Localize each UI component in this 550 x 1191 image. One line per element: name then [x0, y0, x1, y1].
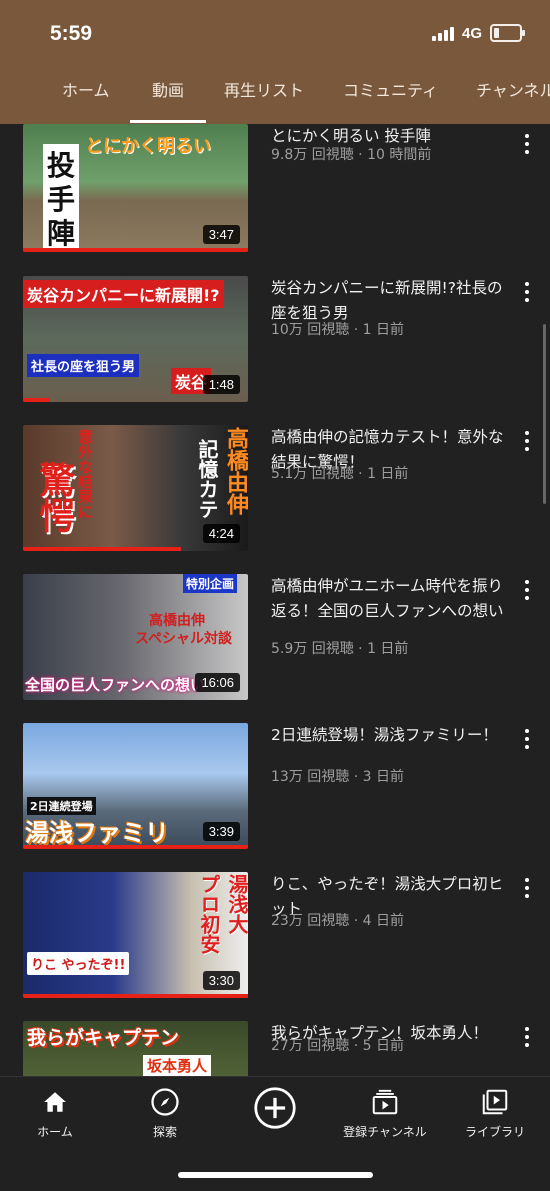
add-icon: [220, 1085, 330, 1131]
network-type: 4G: [461, 24, 482, 42]
video-thumbnail[interactable]: とにかく明るい 投 手 陣 3:47: [23, 124, 248, 252]
video-meta: 13万 回視聴 · 3 日前: [271, 769, 404, 785]
thumbnail-caption: 坂本勇人: [143, 1055, 212, 1076]
video-meta: 27万 回視聴 · 5 日前: [271, 1038, 404, 1054]
nav-library[interactable]: ライブラリ: [440, 1085, 550, 1140]
video-duration: 3:47: [202, 225, 240, 244]
video-thumbnail[interactable]: 炭谷カンパニーに新展開!? 社長の座を狙う男 炭谷 1:48: [23, 276, 248, 402]
compass-icon: [110, 1085, 220, 1119]
nav-create[interactable]: [220, 1085, 330, 1131]
video-meta: 5.1万 回視聴 · 1 日前: [271, 466, 409, 482]
thumbnail-caption: プロ初安: [197, 874, 221, 954]
thumbnail-caption: 特別企画: [183, 574, 238, 593]
thumbnail-caption: 全国の巨人ファンへの想い: [25, 676, 206, 694]
more-options-icon[interactable]: [520, 878, 534, 898]
channel-tabs: ホーム 動画 再生リスト コミュニティ チャンネル: [0, 64, 550, 124]
thumbnail-caption: とにかく明るい: [85, 136, 211, 157]
nav-label: 登録チャンネル: [343, 1125, 427, 1139]
thumbnail-caption: スペシャル対談: [135, 631, 233, 647]
watch-progress: [23, 845, 248, 849]
video-duration: 3:30: [202, 971, 240, 990]
thumbnail-caption: りこ やったぞ!!: [27, 952, 130, 975]
video-list[interactable]: とにかく明るい 投 手 陣 3:47 とにかく明るい 投手陣 9.8万 回視聴 …: [0, 124, 550, 1076]
thumbnail-caption: 陣: [43, 212, 80, 252]
video-duration: 3:39: [202, 822, 240, 841]
video-thumbnail[interactable]: 特別企画 高橋由伸 スペシャル対談 全国の巨人ファンへの想い 16:06: [23, 574, 248, 700]
thumbnail-caption: 湯浅大: [225, 874, 248, 934]
more-options-icon[interactable]: [520, 431, 534, 451]
library-icon: [440, 1085, 550, 1119]
video-duration: 16:06: [195, 673, 240, 692]
thumbnail-caption: 高橋由伸: [149, 613, 205, 629]
status-time: 5:59: [50, 22, 93, 45]
nav-home[interactable]: ホーム: [0, 1085, 110, 1140]
video-thumbnail[interactable]: 2日連続登場 湯浅ファミリ 3:39: [23, 723, 248, 849]
more-options-icon[interactable]: [520, 282, 534, 302]
nav-label: 探索: [152, 1125, 177, 1139]
nav-label: ライブラリ: [464, 1125, 525, 1139]
status-indicators: 4G: [431, 24, 525, 42]
nav-label: ホーム: [37, 1125, 73, 1139]
more-options-icon[interactable]: [520, 1027, 534, 1047]
thumbnail-caption: 高橋由伸: [223, 427, 248, 515]
video-meta: 9.8万 回視聴 · 10 時間前: [271, 147, 432, 163]
video-meta: 5.9万 回視聴 · 1 日前: [271, 641, 409, 657]
video-duration: 1:48: [202, 375, 240, 394]
tab-community[interactable]: コミュニティ: [343, 64, 438, 120]
video-thumbnail[interactable]: 湯浅大 プロ初安 りこ やったぞ!! 3:30: [23, 872, 248, 998]
video-duration: 4:24: [202, 524, 240, 543]
video-meta: 10万 回視聴 · 1 日前: [271, 322, 404, 338]
more-options-icon[interactable]: [520, 729, 534, 749]
video-title[interactable]: 高橋由伸がユニホーム時代を振り返る！全国の巨人ファンへの想い: [271, 574, 511, 624]
thumbnail-caption: 湯浅ファミリ: [25, 819, 169, 847]
battery-icon: [490, 24, 525, 42]
watch-progress: [23, 994, 248, 998]
video-title[interactable]: 2日連続登場！湯浅ファミリー！: [271, 723, 511, 748]
video-meta: 23万 回視聴 · 4 日前: [271, 913, 404, 929]
thumbnail-caption: 驚愕: [33, 461, 74, 533]
thumbnail-caption: 我らがキャプテン: [27, 1027, 180, 1049]
tab-videos[interactable]: 動画: [130, 64, 206, 123]
thumbnail-caption: 記憶カテ: [195, 439, 219, 519]
home-indicator[interactable]: [178, 1172, 373, 1178]
video-thumbnail[interactable]: 我らがキャプテン 坂本勇人: [23, 1021, 248, 1076]
thumbnail-caption: 炭谷カンパニーに新展開!?: [23, 280, 224, 308]
tab-home[interactable]: ホーム: [62, 64, 110, 120]
thumbnail-caption: 社長の座を狙う男: [27, 354, 140, 377]
tab-playlists[interactable]: 再生リスト: [224, 64, 304, 120]
video-thumbnail[interactable]: 意外な結果に 驚愕 高橋由伸 記憶カテ 4:24: [23, 425, 248, 551]
scrollbar[interactable]: [543, 324, 546, 504]
home-icon: [0, 1085, 110, 1119]
watch-progress: [23, 398, 50, 402]
tab-channels[interactable]: チャンネル: [476, 64, 550, 120]
watch-progress: [23, 248, 248, 252]
more-options-icon[interactable]: [520, 580, 534, 600]
watch-progress: [23, 547, 181, 551]
nav-subscriptions[interactable]: 登録チャンネル: [330, 1085, 440, 1140]
more-options-icon[interactable]: [520, 134, 534, 154]
nav-explore[interactable]: 探索: [110, 1085, 220, 1140]
subscriptions-icon: [330, 1085, 440, 1119]
signal-icon: [431, 25, 454, 41]
app-header: 5:59 4G ホーム 動画 再生リスト コミュニティ チャンネル: [0, 0, 550, 124]
